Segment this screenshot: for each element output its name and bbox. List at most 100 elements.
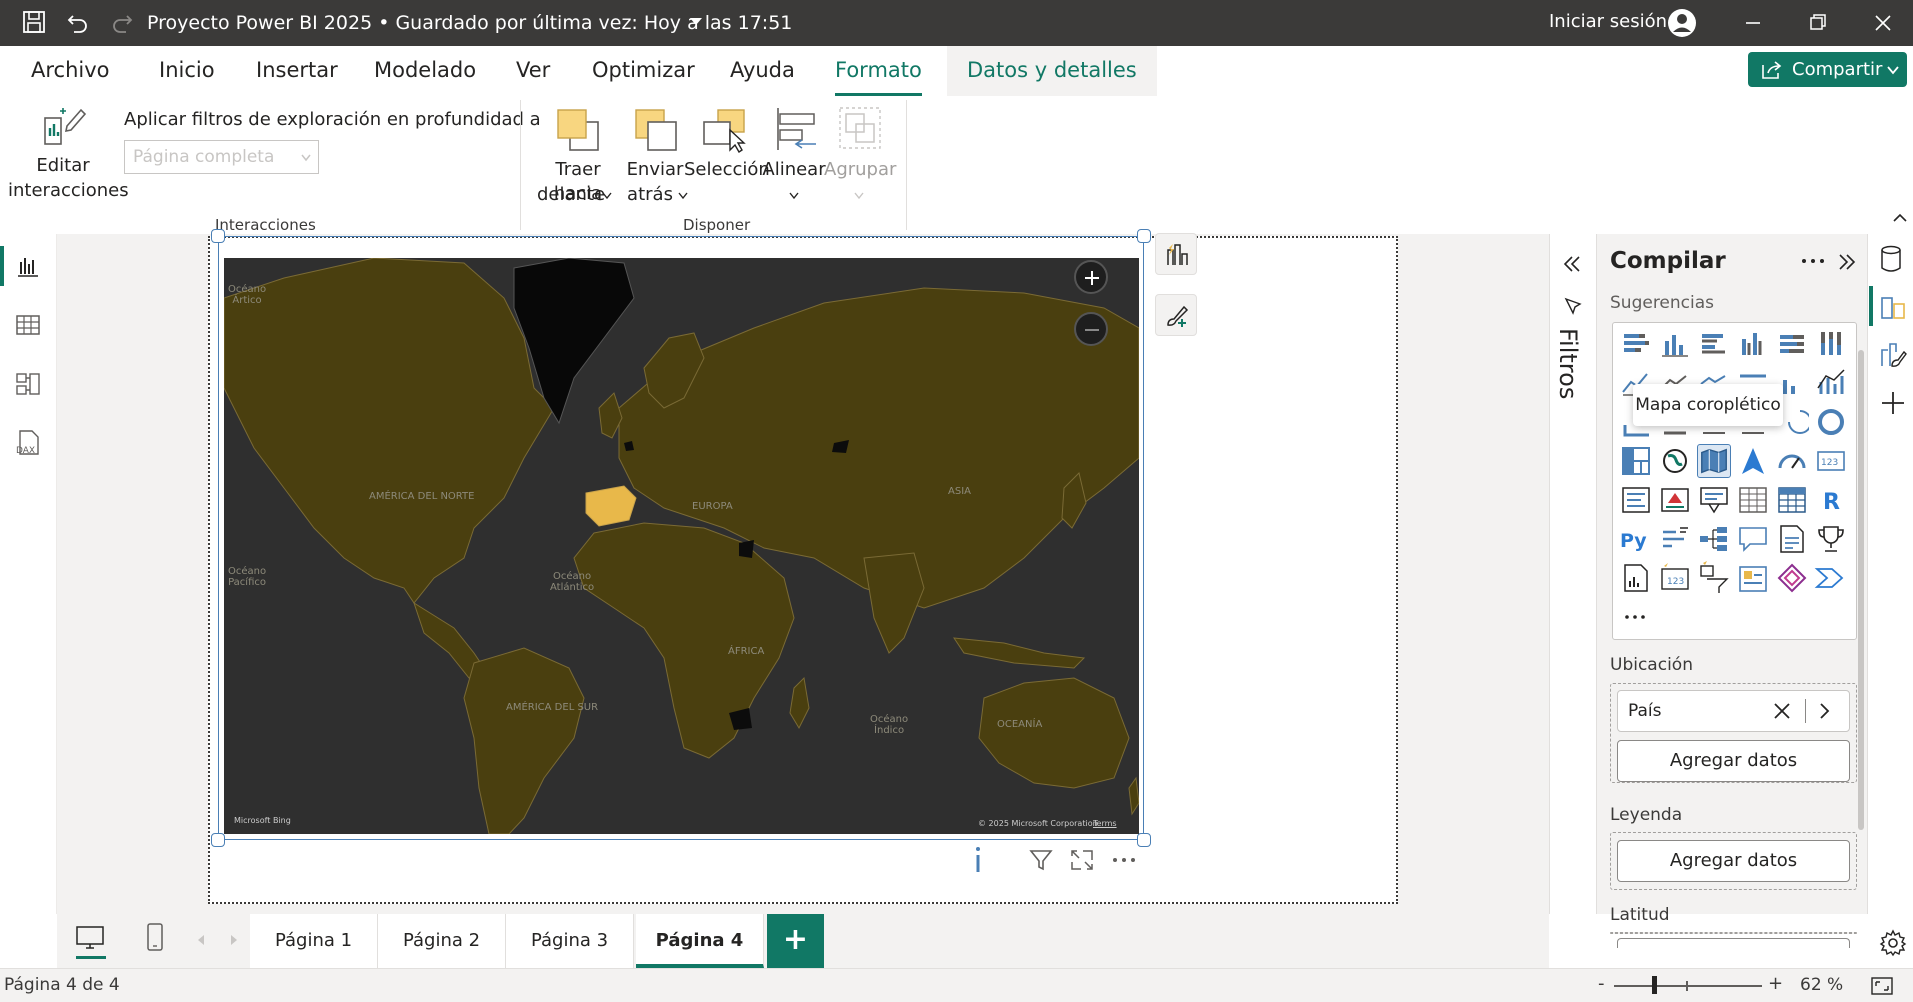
resize-handle[interactable] xyxy=(1137,833,1151,847)
settings-gear-icon[interactable] xyxy=(1878,928,1908,958)
menu-modelado[interactable]: Modelado xyxy=(374,46,476,96)
paginated-report-icon[interactable] xyxy=(1619,561,1653,595)
power-apps-diamond-icon[interactable] xyxy=(1775,561,1809,595)
filled-map-visual[interactable]: Océano Ártico AMÉRICA DEL NORTE Océano Pac… xyxy=(224,258,1139,834)
stacked-column-chart-icon[interactable] xyxy=(1658,327,1692,361)
add-page-button[interactable]: + xyxy=(767,914,824,968)
100-stacked-column-icon[interactable] xyxy=(1814,327,1848,361)
menu-optimizar[interactable]: Optimizar xyxy=(592,46,695,96)
menu-formato[interactable]: Formato xyxy=(835,46,922,96)
format-visual-button[interactable] xyxy=(1155,294,1197,336)
selection-button[interactable]: Selección xyxy=(684,104,770,184)
fit-to-page-icon[interactable] xyxy=(1870,975,1894,997)
ribbon-chart-icon[interactable] xyxy=(1814,366,1848,400)
report-view-icon[interactable] xyxy=(14,252,42,280)
collapse-pane-icon[interactable] xyxy=(1836,252,1858,272)
bring-forward-button[interactable]: Traer hacia delante xyxy=(530,104,626,208)
dax-query-view-icon[interactable]: DAX xyxy=(12,428,44,458)
add-data-legend-button[interactable]: Agregar datos xyxy=(1617,840,1850,882)
filled-map-icon[interactable] xyxy=(1697,444,1731,478)
power-apps-icon[interactable] xyxy=(1736,561,1770,595)
gauge-icon[interactable] xyxy=(1775,444,1809,478)
add-pane-icon[interactable] xyxy=(1878,388,1908,418)
resize-handle[interactable] xyxy=(211,833,225,847)
mobile-layout-icon[interactable] xyxy=(144,922,166,952)
data-pane-icon[interactable] xyxy=(1877,244,1905,274)
kpi-icon[interactable] xyxy=(1658,483,1692,517)
menu-insertar[interactable]: Insertar xyxy=(256,46,338,96)
share-button[interactable]: Compartir xyxy=(1748,52,1907,87)
align-button[interactable]: Alinear xyxy=(762,104,826,208)
page-tab-3[interactable]: Página 3 xyxy=(506,914,634,968)
remove-field-icon[interactable] xyxy=(1772,701,1792,721)
python-visual-icon[interactable]: Py xyxy=(1619,522,1653,556)
undo-icon[interactable] xyxy=(64,8,92,36)
stacked-bar-chart-icon[interactable] xyxy=(1619,327,1653,361)
minimize-icon[interactable] xyxy=(1741,12,1765,34)
edit-interactions-button[interactable]: Editar interacciones xyxy=(8,104,129,204)
more-visuals-icon[interactable] xyxy=(1619,600,1653,634)
matrix-icon[interactable] xyxy=(1775,483,1809,517)
menu-datos-detalles[interactable]: Datos y detalles xyxy=(947,46,1157,96)
resize-handle[interactable] xyxy=(1137,229,1151,243)
table-icon[interactable] xyxy=(1736,483,1770,517)
close-icon[interactable] xyxy=(1871,12,1895,34)
build-pane-icon[interactable] xyxy=(1878,292,1908,322)
decomposition-tree-icon[interactable] xyxy=(1697,522,1731,556)
multi-row-card-icon[interactable] xyxy=(1619,483,1653,517)
page-tab-1[interactable]: Página 1 xyxy=(250,914,378,968)
clustered-column-chart-icon[interactable] xyxy=(1736,327,1770,361)
page-tab-4[interactable]: Página 4 xyxy=(636,914,764,968)
chevron-right-icon[interactable] xyxy=(1818,702,1832,720)
card-icon[interactable]: 123 xyxy=(1814,444,1848,478)
donut-chart-icon[interactable] xyxy=(1814,405,1848,439)
menu-ver[interactable]: Ver xyxy=(516,46,550,96)
expand-filters-icon[interactable] xyxy=(1561,254,1583,274)
save-icon[interactable] xyxy=(20,8,48,36)
slicer-icon[interactable] xyxy=(1697,483,1731,517)
page-tab-2[interactable]: Página 2 xyxy=(378,914,506,968)
zoom-in-button[interactable]: + xyxy=(1768,973,1783,994)
latitude-well[interactable] xyxy=(1610,932,1857,934)
metrics-trophy-icon[interactable] xyxy=(1814,522,1848,556)
map-terms-link[interactable]: Terms xyxy=(1093,819,1117,828)
pane-scrollbar[interactable] xyxy=(1858,350,1864,830)
build-visual-button[interactable] xyxy=(1155,233,1197,275)
resize-handle[interactable] xyxy=(211,229,225,243)
map-icon[interactable] xyxy=(1658,444,1692,478)
qa-visual-icon[interactable] xyxy=(1736,522,1770,556)
location-field-chip[interactable]: País xyxy=(1617,690,1850,732)
r-script-icon[interactable]: R xyxy=(1814,483,1848,517)
restore-icon[interactable] xyxy=(1806,12,1830,34)
chevron-down-icon[interactable] xyxy=(688,15,704,29)
zoom-out-button[interactable]: - xyxy=(1598,973,1605,994)
more-options-icon[interactable] xyxy=(1800,254,1826,268)
model-view-icon[interactable] xyxy=(14,370,42,398)
100-stacked-bar-icon[interactable] xyxy=(1775,327,1809,361)
menu-archivo[interactable]: Archivo xyxy=(31,46,110,96)
send-backward-button[interactable]: Enviar atrás xyxy=(620,104,690,208)
filter-icon[interactable] xyxy=(1028,848,1054,872)
desktop-layout-icon[interactable] xyxy=(74,924,106,952)
user-avatar-icon[interactable] xyxy=(1666,7,1698,39)
info-icon[interactable] xyxy=(972,845,984,875)
key-influencers-icon[interactable] xyxy=(1658,522,1692,556)
zoom-slider[interactable] xyxy=(1614,985,1762,987)
button-slicer-icon[interactable] xyxy=(1697,561,1731,595)
menu-inicio[interactable]: Inicio xyxy=(159,46,215,96)
table-view-icon[interactable] xyxy=(14,311,42,339)
collapse-ribbon-icon[interactable] xyxy=(1892,212,1908,224)
card-new-icon[interactable]: 123 xyxy=(1658,561,1692,595)
zoom-in-button[interactable] xyxy=(1074,260,1108,294)
zoom-out-button[interactable] xyxy=(1074,312,1108,346)
add-data-location-button[interactable]: Agregar datos xyxy=(1617,740,1850,782)
focus-mode-icon[interactable] xyxy=(1069,848,1095,872)
more-options-icon[interactable] xyxy=(1110,848,1138,872)
treemap-icon[interactable] xyxy=(1619,444,1653,478)
menu-ayuda[interactable]: Ayuda xyxy=(730,46,795,96)
sign-in-link[interactable]: Iniciar sesión xyxy=(1549,0,1667,44)
azure-map-icon[interactable] xyxy=(1736,444,1770,478)
zoom-slider-thumb[interactable] xyxy=(1652,976,1657,994)
power-automate-icon[interactable] xyxy=(1814,561,1848,595)
smart-narrative-icon[interactable] xyxy=(1775,522,1809,556)
